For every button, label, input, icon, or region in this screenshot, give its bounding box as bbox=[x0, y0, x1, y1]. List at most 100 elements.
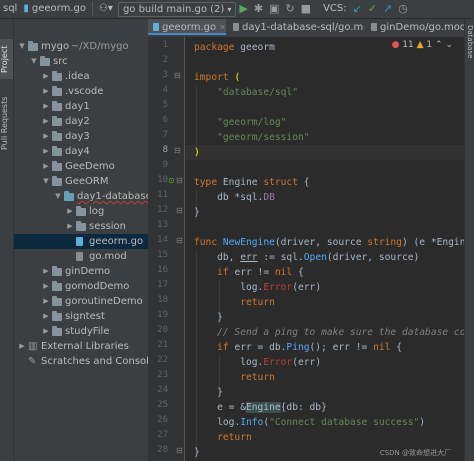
tab-gindemo-go-mod[interactable]: ginDemo/go.mod✕ bbox=[366, 19, 465, 37]
code-line[interactable]: type Engine struct { bbox=[185, 175, 465, 190]
code-line[interactable]: return bbox=[185, 430, 465, 445]
vcs-update-icon[interactable]: ↙ bbox=[350, 2, 365, 16]
database-tool-tab[interactable]: Database bbox=[465, 25, 474, 95]
tree-item[interactable]: ▶ .vscode bbox=[14, 84, 148, 99]
fold-icon[interactable]: ⊟ bbox=[176, 176, 183, 185]
tree-item[interactable]: ▶ session bbox=[14, 219, 148, 234]
code-line[interactable]: db *sql.DB bbox=[185, 190, 465, 205]
tree-item[interactable]: ▶ day3 bbox=[14, 129, 148, 144]
chevron-right-icon[interactable]: ▶ bbox=[42, 99, 50, 114]
vcs-commit-icon[interactable]: ✓ bbox=[365, 2, 380, 16]
tree-item[interactable]: ▼ GeeORM bbox=[14, 174, 148, 189]
code-line[interactable] bbox=[185, 220, 465, 235]
breadcrumb-file[interactable]: geeorm.go bbox=[32, 2, 89, 16]
tree-item[interactable]: ▶ goroutineDemo bbox=[14, 294, 148, 309]
chevron-right-icon[interactable]: ▶ bbox=[42, 324, 50, 339]
code-token: nil bbox=[274, 267, 298, 278]
code-line[interactable]: } bbox=[185, 310, 465, 325]
code-line[interactable]: } bbox=[185, 205, 465, 220]
chevron-right-icon[interactable]: ▶ bbox=[42, 144, 50, 159]
chevron-right-icon[interactable]: ▶ bbox=[66, 204, 74, 219]
tree-item[interactable]: ▶ GeeDemo bbox=[14, 159, 148, 174]
code-line[interactable]: } bbox=[185, 445, 465, 460]
chevron-right-icon[interactable]: ▶ bbox=[42, 84, 50, 99]
chevron-down-icon[interactable]: ▼ bbox=[18, 39, 26, 54]
code-token: sql bbox=[280, 252, 298, 263]
code-line[interactable]: func NewEngine(driver, source string) (e… bbox=[185, 235, 465, 250]
tree-item[interactable]: ▼ day1-database-s bbox=[14, 189, 148, 204]
tree-item[interactable]: ▶ ▥ External Libraries bbox=[14, 339, 148, 354]
chevron-right-icon[interactable]: ▶ bbox=[42, 129, 50, 144]
chevron-down-icon[interactable]: ▼ bbox=[54, 189, 62, 204]
code-line[interactable]: package geeorm bbox=[185, 40, 465, 55]
tab-day1-database-sql-go-mod[interactable]: day1-database-sql/go.mod✕ bbox=[228, 19, 364, 37]
code-line[interactable]: if err = db.Ping(); err != nil { bbox=[185, 340, 465, 355]
stop-icon[interactable]: ■ bbox=[298, 2, 314, 16]
chevron-right-icon[interactable]: ▶ bbox=[42, 279, 50, 294]
debug-icon[interactable]: ✱ bbox=[251, 2, 266, 16]
fold-icon[interactable]: ⊟ bbox=[176, 206, 183, 215]
code-line[interactable]: "geeorm/log" bbox=[185, 115, 465, 130]
tree-item[interactable]: ▶ ginDemo bbox=[14, 264, 148, 279]
code-line[interactable]: log.Error(err) bbox=[185, 280, 465, 295]
chevron-right-icon[interactable]: ▶ bbox=[18, 339, 26, 354]
code-line[interactable]: return bbox=[185, 370, 465, 385]
chevron-right-icon[interactable]: ▶ bbox=[42, 69, 50, 84]
chevron-right-icon[interactable]: ▶ bbox=[42, 264, 50, 279]
code-line[interactable]: if err != nil { bbox=[185, 265, 465, 280]
tree-item[interactable]: go.mod bbox=[14, 249, 148, 264]
fold-icon[interactable]: ⊟ bbox=[176, 446, 183, 455]
profile-icon[interactable]: ↻ bbox=[282, 2, 297, 16]
user-icon[interactable]: ⚇▾ bbox=[96, 2, 116, 16]
run-icon[interactable]: ▶ bbox=[236, 2, 250, 16]
chevron-down-icon[interactable]: ▼ bbox=[30, 54, 38, 69]
code-line[interactable] bbox=[185, 160, 465, 175]
code-line[interactable]: "geeorm/session" bbox=[185, 130, 465, 145]
code-line[interactable]: db, err := sql.Open(driver, source) bbox=[185, 250, 465, 265]
chevron-right-icon[interactable]: ▶ bbox=[42, 294, 50, 309]
tree-item[interactable]: ▼ src bbox=[14, 54, 148, 69]
code-line[interactable] bbox=[185, 55, 465, 70]
implementation-icon[interactable]: ⊙ bbox=[168, 176, 175, 185]
tree-item[interactable]: ▶ .idea bbox=[14, 69, 148, 84]
tree-item[interactable]: ▶ day2 bbox=[14, 114, 148, 129]
fold-icon[interactable]: ⊟ bbox=[176, 236, 183, 245]
breadcrumb-sql[interactable]: sql bbox=[0, 2, 20, 16]
tree-item[interactable]: ▶ signtest bbox=[14, 309, 148, 324]
code-line[interactable]: return bbox=[185, 295, 465, 310]
tree-item[interactable]: ✎ Scratches and Consoles bbox=[14, 354, 148, 369]
coverage-icon[interactable]: ▣ bbox=[266, 2, 282, 16]
chevron-down-icon[interactable]: ▼ bbox=[42, 174, 50, 189]
code-line[interactable]: log.Info("Connect database success") bbox=[185, 415, 465, 430]
code-line[interactable]: "database/sql" bbox=[185, 85, 465, 100]
tree-item[interactable]: ▶ gomodDemo bbox=[14, 279, 148, 294]
tree-item[interactable]: ▶ log bbox=[14, 204, 148, 219]
tree-item[interactable]: ▼ mygo ~/XD/mygo bbox=[14, 39, 148, 54]
code-line[interactable]: } bbox=[185, 385, 465, 400]
code-line[interactable]: ) bbox=[185, 145, 465, 160]
history-icon[interactable]: ◷ bbox=[395, 2, 411, 16]
fold-icon[interactable]: ⊟ bbox=[174, 146, 181, 155]
close-icon[interactable]: ✕ bbox=[219, 23, 226, 32]
pull-requests-tool-tab[interactable]: Pull Requests bbox=[0, 93, 13, 153]
code-line[interactable] bbox=[185, 100, 465, 115]
tree-item[interactable]: geeorm.go bbox=[14, 234, 148, 249]
code-line[interactable]: log.Error(err) bbox=[185, 355, 465, 370]
code-line[interactable]: e = &Engine{db: db} bbox=[185, 400, 465, 415]
code-line[interactable]: // Send a ping to make sure the database… bbox=[185, 325, 465, 340]
tree-item-label: gomodDemo bbox=[65, 281, 130, 292]
chevron-right-icon[interactable]: ▶ bbox=[42, 114, 50, 129]
vcs-push-icon[interactable]: ↗ bbox=[380, 2, 395, 16]
fold-icon[interactable]: ⊟ bbox=[174, 71, 181, 80]
project-tool-tab[interactable]: Project bbox=[0, 39, 13, 79]
code-editor[interactable]: ● 11 ▲ 1 ⌃ ⌄ CSDN @致命想进大厂 package geeorm… bbox=[185, 37, 465, 461]
tab-geeorm-go[interactable]: geeorm.go ✕ bbox=[148, 19, 226, 35]
run-configuration-select[interactable]: go build main.go (2) ▾ bbox=[117, 1, 237, 17]
tree-item[interactable]: ▶ studyFile bbox=[14, 324, 148, 339]
tree-item[interactable]: ▶ day1 bbox=[14, 99, 148, 114]
chevron-right-icon[interactable]: ▶ bbox=[42, 159, 50, 174]
chevron-right-icon[interactable]: ▶ bbox=[66, 219, 74, 234]
chevron-right-icon[interactable]: ▶ bbox=[42, 309, 50, 324]
code-line[interactable]: import ( bbox=[185, 70, 465, 85]
tree-item[interactable]: ▶ day4 bbox=[14, 144, 148, 159]
